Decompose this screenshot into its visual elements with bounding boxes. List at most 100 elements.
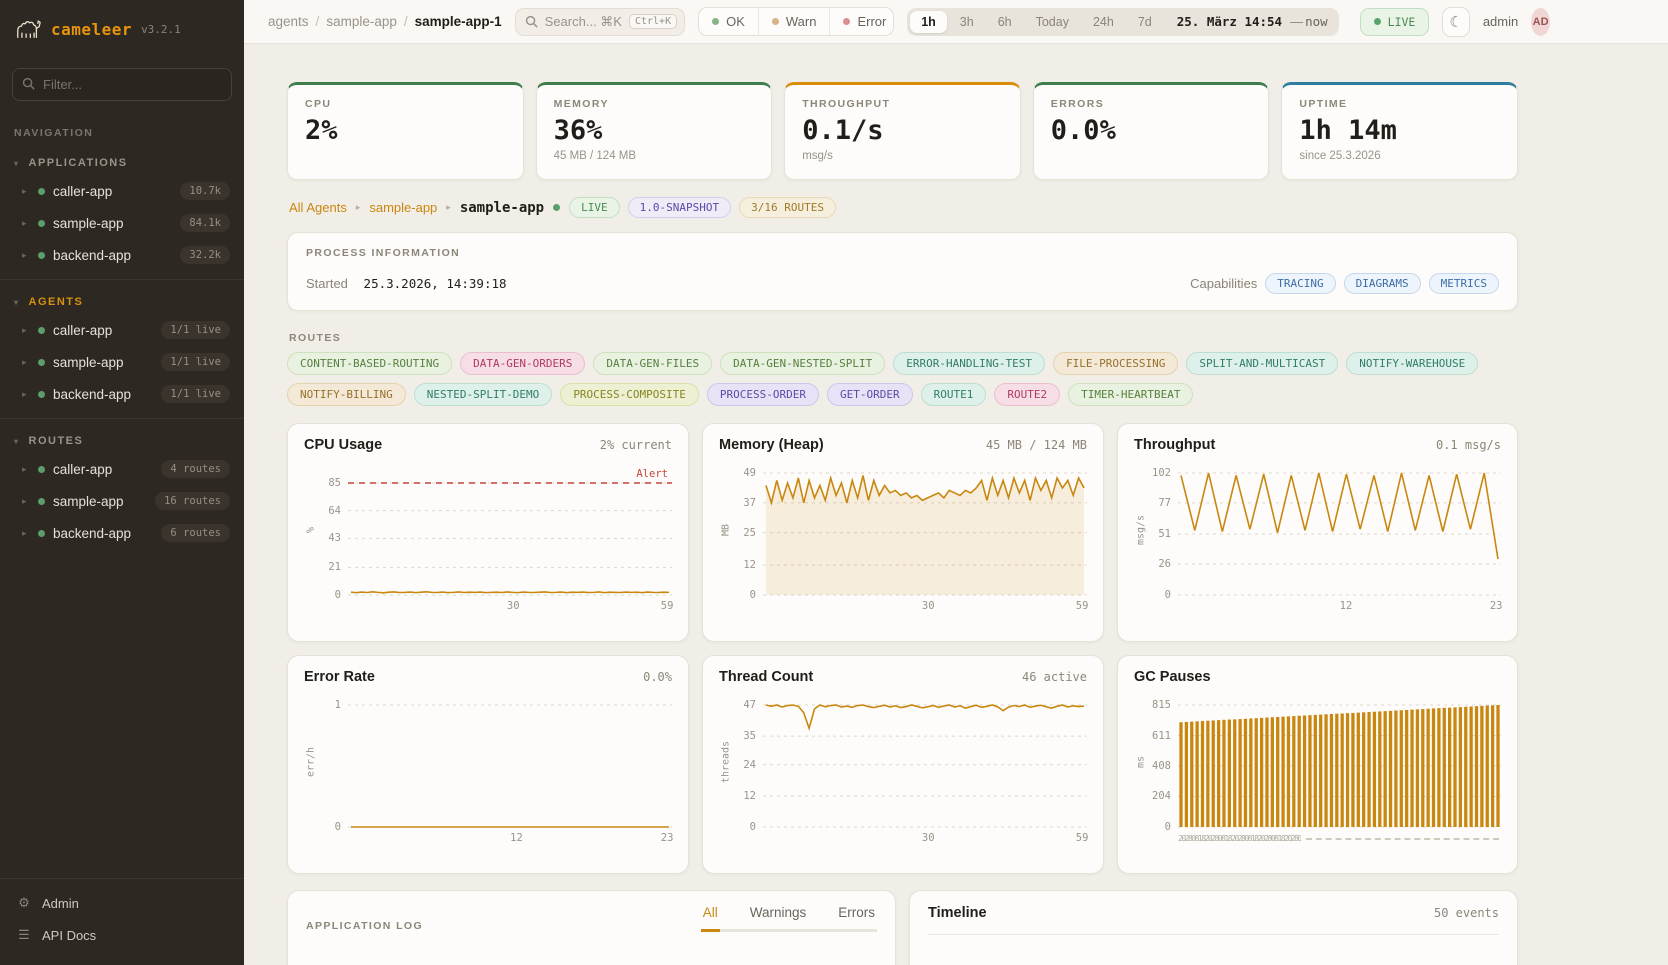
section-head-routes[interactable]: ▾ ROUTES xyxy=(0,429,244,453)
sidebar-item-badge: 4 routes xyxy=(161,460,230,478)
status-filter-button[interactable]: Warn xyxy=(758,8,830,35)
route-chip[interactable]: DATA-GEN-NESTED-SPLIT xyxy=(720,352,885,375)
stat-value: 36% xyxy=(554,115,755,146)
sidebar-item-route-group[interactable]: ▸ backend-app 6 routes xyxy=(0,517,244,549)
search-icon xyxy=(22,77,35,90)
context-current-agent: sample-app xyxy=(460,200,544,216)
breadcrumb-sample-app[interactable]: sample-app xyxy=(326,14,397,29)
chart-x-ticks: 2028081820280818202808182028081820280818… xyxy=(1178,831,1501,846)
context-badge: LIVE xyxy=(569,197,620,218)
capabilities-label: Capabilities xyxy=(1190,276,1257,291)
capability-pill[interactable]: DIAGRAMS xyxy=(1344,273,1421,294)
time-range-button[interactable]: 7d xyxy=(1127,11,1163,33)
sidebar-item-agent[interactable]: ▸ backend-app 1/1 live xyxy=(0,378,244,410)
caret-right-icon: ▸ xyxy=(22,389,30,400)
status-dot xyxy=(772,18,779,25)
route-chip[interactable]: DATA-GEN-FILES xyxy=(593,352,712,375)
chart-plot xyxy=(1178,461,1501,599)
capability-pill[interactable]: TRACING xyxy=(1265,273,1335,294)
time-range-button[interactable]: 1h xyxy=(910,11,947,33)
avatar[interactable]: AD xyxy=(1531,8,1550,36)
chart-title: Thread Count xyxy=(719,669,813,685)
capability-pill[interactable]: METRICS xyxy=(1429,273,1499,294)
chart-y-ticks: 012243547 xyxy=(733,693,763,831)
log-tab[interactable]: Warnings xyxy=(748,905,809,932)
chart-x-ticks: 3059 xyxy=(763,831,1087,846)
live-toggle[interactable]: LIVE xyxy=(1360,8,1430,36)
theme-toggle-button[interactable]: ☾ xyxy=(1442,7,1469,37)
chart-y-axis-label: msg/s xyxy=(1134,461,1148,599)
chart-title: CPU Usage xyxy=(304,437,382,453)
caret-right-icon: ▸ xyxy=(22,357,30,368)
route-chip[interactable]: CONTENT-BASED-ROUTING xyxy=(287,352,452,375)
sidebar-item-application[interactable]: ▸ caller-app 10.7k xyxy=(0,175,244,207)
route-chip[interactable]: ROUTE2 xyxy=(994,383,1060,406)
filter-input[interactable] xyxy=(12,68,232,101)
sidebar-item-agent[interactable]: ▸ caller-app 1/1 live xyxy=(0,314,244,346)
route-chip[interactable]: ERROR-HANDLING-TEST xyxy=(893,352,1045,375)
route-chip[interactable]: PROCESS-COMPOSITE xyxy=(560,383,699,406)
context-link-sample-app[interactable]: sample-app xyxy=(369,200,437,215)
chart-meta: 46 active xyxy=(1022,670,1087,684)
breadcrumb: agents / sample-app / sample-app-1 xyxy=(268,14,502,29)
route-chip[interactable]: NOTIFY-BILLING xyxy=(287,383,406,406)
chart-plot: Alert xyxy=(348,461,672,599)
route-chip[interactable]: DATA-GEN-ORDERS xyxy=(460,352,585,375)
sidebar-footer-item[interactable]: ☰ API Docs xyxy=(0,919,244,951)
breadcrumb-separator: / xyxy=(316,14,320,29)
app-logo[interactable]: cameleer v3.2.1 xyxy=(0,0,244,56)
chart-title: Throughput xyxy=(1134,437,1215,453)
route-chip[interactable]: FILE-PROCESSING xyxy=(1053,352,1178,375)
sidebar-item-route-group[interactable]: ▸ sample-app 16 routes xyxy=(0,485,244,517)
status-filter-group: OK Warn Error Running xyxy=(698,7,894,36)
time-range-start[interactable]: 25. März 14:54 xyxy=(1163,14,1288,29)
log-tab[interactable]: All xyxy=(701,905,720,932)
section-head-agents[interactable]: ▾ AGENTS xyxy=(0,290,244,314)
time-range-button[interactable]: 3h xyxy=(949,11,985,33)
bottom-row: APPLICATION LOG All Warnings Errors Time… xyxy=(287,890,1518,965)
time-range-end[interactable]: now xyxy=(1305,14,1336,29)
stat-sub: msg/s xyxy=(802,150,1003,162)
chart-plot xyxy=(348,693,672,831)
sidebar-item-label: backend-app xyxy=(53,387,153,402)
status-filter-button[interactable]: Error xyxy=(829,8,894,35)
nav-section-applications: ▾ APPLICATIONS ▸ caller-app 10.7k ▸ xyxy=(0,141,244,279)
chart-y-ticks: 012253749 xyxy=(733,461,763,599)
route-chip[interactable]: GET-ORDER xyxy=(827,383,913,406)
route-chip[interactable]: PROCESS-ORDER xyxy=(707,383,819,406)
sidebar-item-application[interactable]: ▸ sample-app 84.1k xyxy=(0,207,244,239)
sidebar-item-application[interactable]: ▸ backend-app 32.2k xyxy=(0,239,244,271)
process-information-panel: PROCESS INFORMATION Started 25.3.2026, 1… xyxy=(287,232,1518,311)
sidebar-footer-item[interactable]: ⚙ Admin xyxy=(0,887,244,919)
time-range-button[interactable]: Today xyxy=(1025,11,1080,33)
time-range-button[interactable]: 24h xyxy=(1082,11,1125,33)
chart-y-axis-label: % xyxy=(304,461,318,599)
route-chip[interactable]: NOTIFY-WAREHOUSE xyxy=(1346,352,1478,375)
route-chip[interactable]: SPLIT-AND-MULTICAST xyxy=(1186,352,1338,375)
sidebar-item-badge: 6 routes xyxy=(161,524,230,542)
chart-meta: 0.0% xyxy=(643,670,672,684)
log-tab[interactable]: Errors xyxy=(836,905,877,932)
sidebar-item-label: caller-app xyxy=(53,323,153,338)
route-chips: CONTENT-BASED-ROUTING DATA-GEN-ORDERS DA… xyxy=(287,352,1518,406)
route-chip[interactable]: ROUTE1 xyxy=(921,383,987,406)
sidebar-item-label: backend-app xyxy=(53,248,172,263)
caret-separator-icon: ▸ xyxy=(356,202,361,213)
sidebar-item-agent[interactable]: ▸ sample-app 1/1 live xyxy=(0,346,244,378)
sidebar-item-badge: 1/1 live xyxy=(161,321,230,339)
status-filter-button[interactable]: OK xyxy=(699,8,758,35)
section-head-applications[interactable]: ▾ APPLICATIONS xyxy=(0,151,244,175)
stat-label: MEMORY xyxy=(554,98,755,110)
route-chip[interactable]: TIMER-HEARTBEAT xyxy=(1068,383,1193,406)
caret-right-icon: ▸ xyxy=(22,464,30,475)
time-range-button[interactable]: 6h xyxy=(987,11,1023,33)
sidebar-item-label: sample-app xyxy=(53,216,172,231)
global-search-input[interactable]: Search... ⌘K Ctrl+K xyxy=(515,8,685,36)
breadcrumb-agents[interactable]: agents xyxy=(268,14,309,29)
sidebar-item-route-group[interactable]: ▸ caller-app 4 routes xyxy=(0,453,244,485)
chart-y-axis-label: MB xyxy=(719,461,733,599)
route-chip[interactable]: NESTED-SPLIT-DEMO xyxy=(414,383,553,406)
camel-logo-icon xyxy=(14,15,42,44)
chart-meta: 2% current xyxy=(600,438,672,452)
context-link-all-agents[interactable]: All Agents xyxy=(289,200,347,215)
